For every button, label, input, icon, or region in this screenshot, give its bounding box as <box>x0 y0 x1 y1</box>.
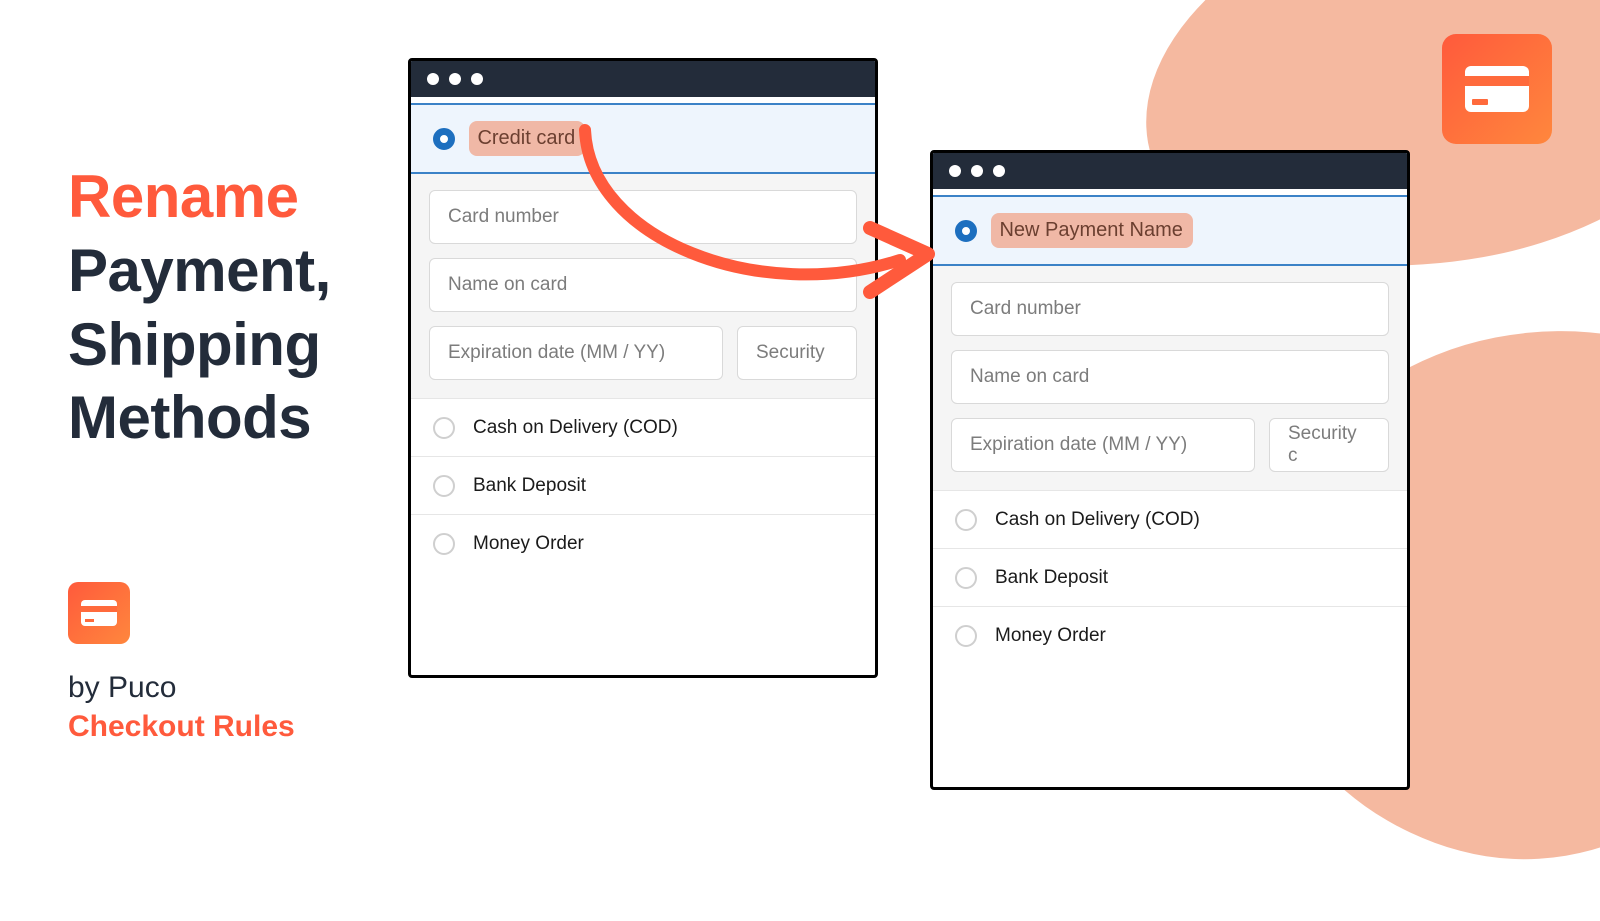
window-control-dot <box>449 73 461 85</box>
highlighted-label-wrap: New Payment Name <box>999 219 1182 242</box>
byline-product: Checkout Rules <box>68 707 295 746</box>
payment-option-bank-deposit[interactable]: Bank Deposit <box>411 457 875 515</box>
credit-card-icon <box>81 600 117 626</box>
payment-option-label: Money Order <box>473 533 584 555</box>
field-placeholder: Card number <box>448 206 559 228</box>
payment-option-label: Cash on Delivery (COD) <box>995 509 1200 531</box>
radio-unselected-icon <box>433 475 455 497</box>
payment-option-cod[interactable]: Cash on Delivery (COD) <box>933 491 1407 549</box>
window-control-dot <box>993 165 1005 177</box>
payment-option-label: Bank Deposit <box>995 567 1108 589</box>
name-on-card-input[interactable]: Name on card <box>951 350 1389 404</box>
window-control-dot <box>971 165 983 177</box>
payment-option-money-order[interactable]: Money Order <box>411 515 875 573</box>
radio-unselected-icon <box>433 417 455 439</box>
radio-unselected-icon <box>433 533 455 555</box>
window-control-dot <box>949 165 961 177</box>
headline-line-3: Shipping <box>68 308 331 382</box>
payment-option-label: Bank Deposit <box>473 475 586 497</box>
card-form: Card number Name on card Expiration date… <box>933 266 1407 491</box>
byline: by Puco Checkout Rules <box>68 668 295 746</box>
radio-selected-icon <box>955 220 977 242</box>
payment-option-credit-card[interactable]: Credit card <box>411 103 875 174</box>
payment-option-money-order[interactable]: Money Order <box>933 607 1407 665</box>
card-number-input[interactable]: Card number <box>429 190 857 244</box>
field-placeholder: Expiration date (MM / YY) <box>448 342 665 364</box>
payment-option-label: New Payment Name <box>999 219 1182 241</box>
window-control-dot <box>471 73 483 85</box>
window-titlebar <box>933 153 1407 189</box>
field-placeholder: Card number <box>970 298 1081 320</box>
radio-selected-icon <box>433 128 455 150</box>
brand-logo-top-right <box>1442 34 1552 144</box>
field-placeholder: Expiration date (MM / YY) <box>970 434 1187 456</box>
security-code-input[interactable]: Security <box>737 326 857 380</box>
expiration-input[interactable]: Expiration date (MM / YY) <box>429 326 723 380</box>
browser-window-after: New Payment Name Card number Name on car… <box>930 150 1410 790</box>
highlighted-label-wrap: Credit card <box>477 127 575 150</box>
brand-logo-small <box>68 582 130 644</box>
payment-option-label: Money Order <box>995 625 1106 647</box>
radio-unselected-icon <box>955 625 977 647</box>
browser-window-before: Credit card Card number Name on card Exp… <box>408 58 878 678</box>
name-on-card-input[interactable]: Name on card <box>429 258 857 312</box>
field-placeholder: Name on card <box>970 366 1089 388</box>
window-control-dot <box>427 73 439 85</box>
payment-option-cod[interactable]: Cash on Delivery (COD) <box>411 399 875 457</box>
credit-card-icon <box>1465 66 1529 112</box>
card-number-input[interactable]: Card number <box>951 282 1389 336</box>
field-placeholder: Security <box>756 342 825 364</box>
field-placeholder: Security c <box>1288 423 1370 467</box>
headline-line-2: Payment, <box>68 234 331 308</box>
field-placeholder: Name on card <box>448 274 567 296</box>
card-form: Card number Name on card Expiration date… <box>411 174 875 399</box>
payment-option-label: Cash on Delivery (COD) <box>473 417 678 439</box>
security-code-input[interactable]: Security c <box>1269 418 1389 472</box>
payment-option-renamed[interactable]: New Payment Name <box>933 195 1407 266</box>
headline-line-1: Rename <box>68 160 331 234</box>
radio-unselected-icon <box>955 509 977 531</box>
window-titlebar <box>411 61 875 97</box>
headline-line-4: Methods <box>68 381 331 455</box>
payment-option-bank-deposit[interactable]: Bank Deposit <box>933 549 1407 607</box>
payment-option-label: Credit card <box>477 127 575 149</box>
radio-unselected-icon <box>955 567 977 589</box>
headline: Rename Payment, Shipping Methods <box>68 160 331 455</box>
expiration-input[interactable]: Expiration date (MM / YY) <box>951 418 1255 472</box>
byline-author: by Puco <box>68 671 176 704</box>
